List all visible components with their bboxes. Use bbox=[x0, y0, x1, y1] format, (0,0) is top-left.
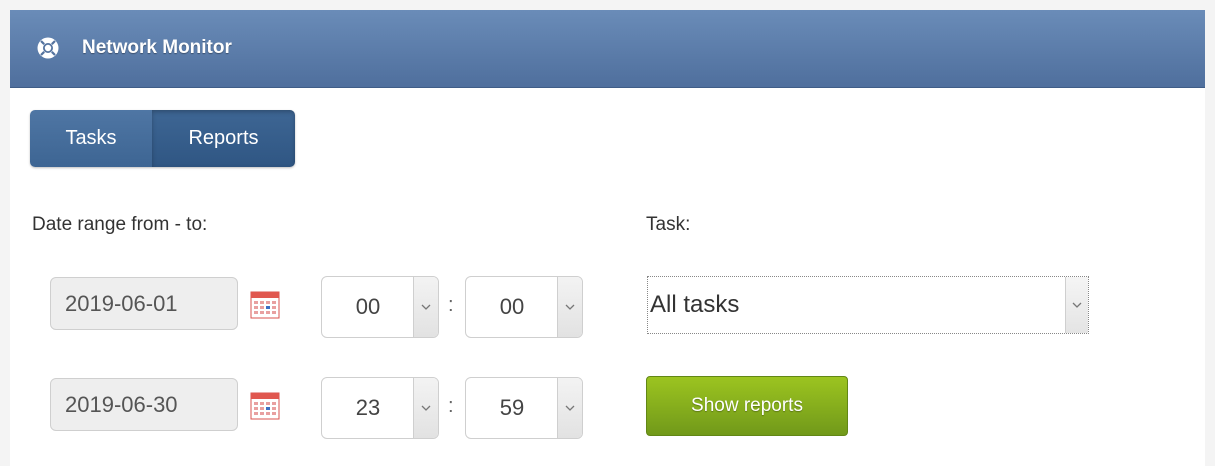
to-time: 23 : 59 bbox=[321, 377, 585, 439]
chevron-down-icon[interactable] bbox=[557, 378, 582, 438]
show-reports-button[interactable]: Show reports bbox=[646, 376, 848, 436]
task-label: Task: bbox=[646, 214, 691, 235]
lifebuoy-icon bbox=[37, 37, 59, 59]
date-range-label: Date range from - to: bbox=[32, 214, 208, 235]
chevron-down-icon[interactable] bbox=[557, 277, 582, 337]
time-separator: : bbox=[448, 395, 454, 417]
from-minute-value: 00 bbox=[499, 294, 525, 319]
task-select[interactable]: All tasks bbox=[647, 276, 1089, 334]
from-date-field[interactable] bbox=[50, 277, 238, 330]
chevron-down-icon[interactable] bbox=[1065, 277, 1088, 333]
from-hour-value: 00 bbox=[355, 294, 381, 319]
task-select-value: All tasks bbox=[650, 291, 740, 318]
to-hour-select[interactable]: 23 bbox=[321, 377, 439, 439]
to-date-field[interactable] bbox=[50, 378, 238, 431]
chevron-down-icon[interactable] bbox=[413, 378, 438, 438]
calendar-icon[interactable] bbox=[250, 290, 280, 320]
calendar-icon[interactable] bbox=[250, 391, 280, 421]
app-title: Network Monitor bbox=[82, 37, 232, 58]
chevron-down-icon[interactable] bbox=[413, 277, 438, 337]
tab-tasks[interactable]: Tasks bbox=[30, 110, 152, 167]
to-minute-value: 59 bbox=[499, 395, 525, 420]
title-bar: Network Monitor bbox=[10, 10, 1205, 88]
time-separator: : bbox=[448, 294, 454, 316]
from-time: 00 : 00 bbox=[321, 276, 585, 338]
tab-reports[interactable]: Reports bbox=[152, 110, 295, 167]
to-minute-select[interactable]: 59 bbox=[465, 377, 583, 439]
from-hour-select[interactable]: 00 bbox=[321, 276, 439, 338]
to-hour-value: 23 bbox=[355, 395, 381, 420]
from-minute-select[interactable]: 00 bbox=[465, 276, 583, 338]
tab-group: Tasks Reports bbox=[30, 110, 295, 167]
